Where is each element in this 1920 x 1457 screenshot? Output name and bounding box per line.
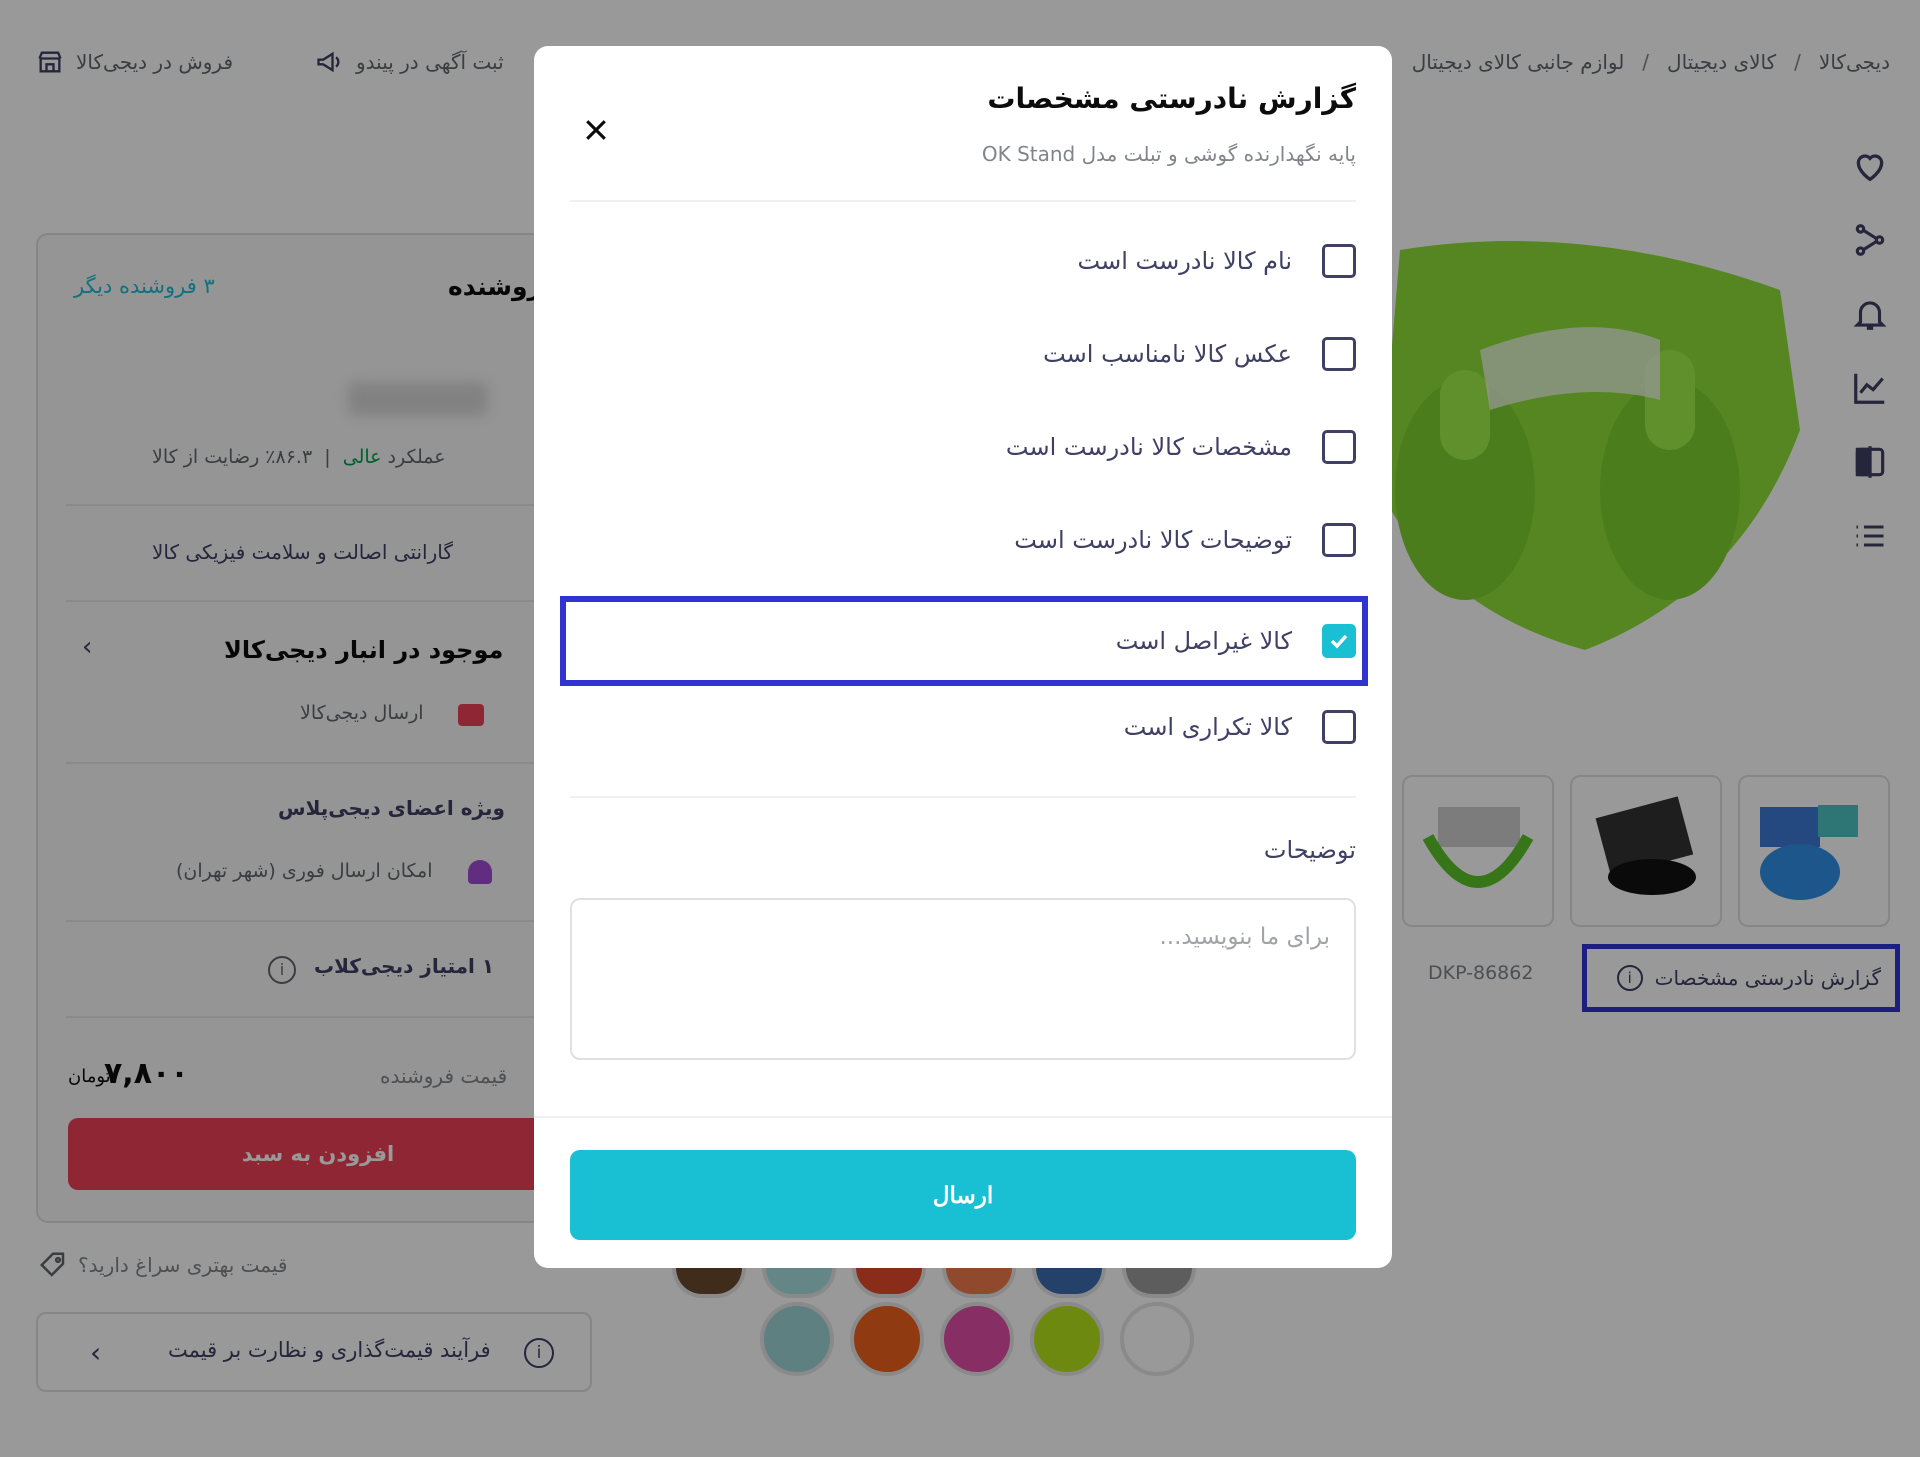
- option-image-inappropriate[interactable]: عکس کالا نامناسب است: [1043, 319, 1356, 389]
- report-modal: گزارش نادرستی مشخصات پایه نگهدارنده گوشی…: [534, 46, 1392, 1268]
- option-duplicate[interactable]: کالا تکراری است: [1124, 692, 1356, 762]
- description-label: توضیحات: [1263, 836, 1356, 864]
- description-input[interactable]: [570, 898, 1356, 1060]
- divider: [534, 1116, 1392, 1118]
- submit-button[interactable]: ارسال: [570, 1150, 1356, 1240]
- checkbox[interactable]: [1322, 523, 1356, 557]
- option-specs-incorrect[interactable]: مشخصات کالا نادرست است: [1006, 412, 1356, 482]
- modal-title: گزارش نادرستی مشخصات: [987, 82, 1356, 115]
- checkbox[interactable]: [1322, 337, 1356, 371]
- checkbox[interactable]: [1322, 430, 1356, 464]
- divider: [570, 796, 1356, 798]
- option-description-incorrect[interactable]: توضیحات کالا نادرست است: [1014, 505, 1356, 575]
- close-icon[interactable]: [572, 106, 620, 154]
- option-not-original[interactable]: کالا غیراصل است: [1116, 606, 1356, 676]
- modal-subtitle: پایه نگهدارنده گوشی و تبلت مدل OK Stand: [981, 142, 1356, 166]
- divider: [570, 200, 1356, 202]
- product-page: فروش در دیجی‌کالا ثبت آگهی در پیندو دیجی…: [0, 0, 1920, 1457]
- checkbox[interactable]: [1322, 710, 1356, 744]
- check-icon: [1330, 634, 1348, 649]
- checkbox[interactable]: [1322, 244, 1356, 278]
- option-name-incorrect[interactable]: نام کالا نادرست است: [1078, 226, 1356, 296]
- checkbox-checked[interactable]: [1322, 624, 1356, 658]
